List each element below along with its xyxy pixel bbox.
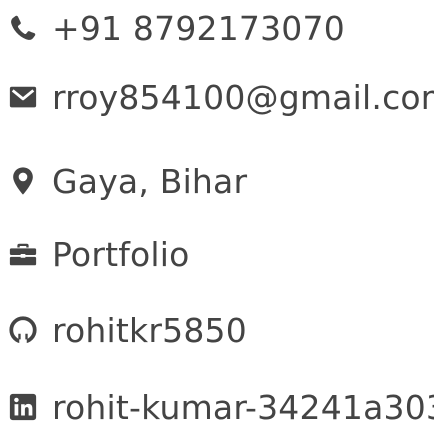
contact-list: +91 8792173070 rroy854100@gmail.com Gaya…: [0, 0, 434, 431]
contact-linkedin[interactable]: rohit-kumar-34241a303: [6, 382, 434, 432]
phone-number[interactable]: +91 8792173070: [52, 12, 345, 45]
briefcase-icon: [6, 237, 40, 271]
phone-icon: [6, 11, 40, 45]
location-text: Gaya, Bihar: [52, 161, 248, 201]
contact-phone[interactable]: +91 8792173070: [6, 3, 345, 53]
contact-github[interactable]: rohitkr5850: [6, 305, 247, 355]
portfolio-link[interactable]: Portfolio: [52, 238, 190, 271]
email-address[interactable]: rroy854100@gmail.com: [52, 81, 434, 114]
contact-location: Gaya, Bihar: [6, 156, 247, 206]
location-pin-icon: [6, 164, 40, 198]
envelope-icon: [6, 80, 40, 114]
github-icon: [6, 313, 40, 347]
linkedin-handle[interactable]: rohit-kumar-34241a303: [52, 391, 434, 424]
contact-email[interactable]: rroy854100@gmail.com: [6, 72, 434, 122]
github-username[interactable]: rohitkr5850: [52, 314, 247, 347]
contact-portfolio[interactable]: Portfolio: [6, 229, 190, 279]
linkedin-icon: [6, 390, 40, 424]
